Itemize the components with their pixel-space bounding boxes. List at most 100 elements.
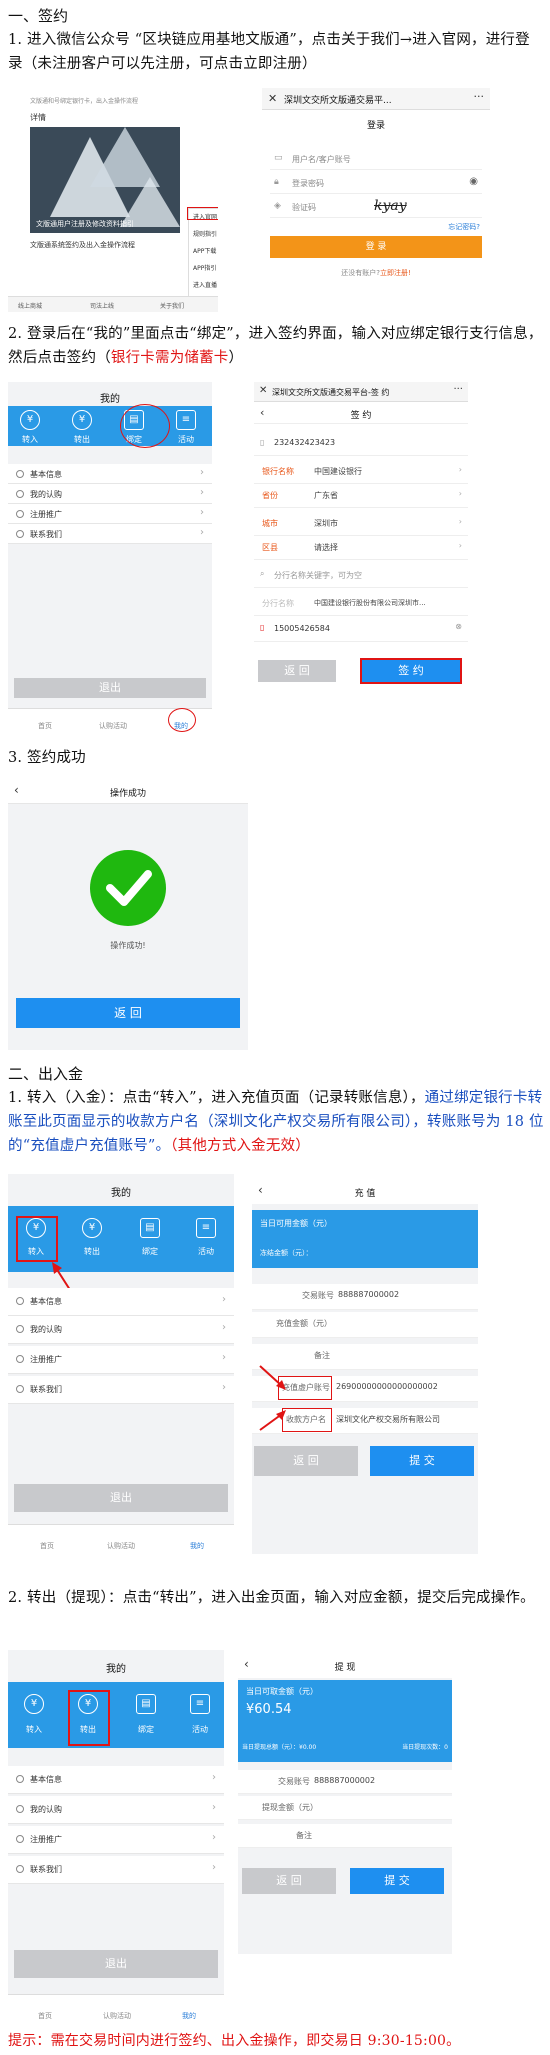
clear-icon[interactable]: ⊗ <box>455 622 462 631</box>
tab-activity[interactable]: 认购活动 <box>92 2011 142 2021</box>
field-city[interactable]: 城市 深圳市 › <box>254 512 468 536</box>
username-field[interactable]: 用户名/客户账号 ▭ <box>270 148 482 170</box>
row-referral[interactable]: 注册推广 › <box>8 1346 234 1374</box>
wx-detail[interactable]: 详情 <box>30 112 46 123</box>
field-value: 广东省 <box>314 491 338 500</box>
tab-mine[interactable]: 我的 <box>172 1541 222 1551</box>
activity-icon[interactable]: ≡ <box>196 1218 216 1238</box>
row-my-subscription[interactable]: 我的认购 › <box>8 1796 224 1824</box>
mine-screenshot-out: 我的 ¥ 转入 ¥ 转出 ▤ 绑定 ≡ 活动 基本信息 › 我的认购 › 注册推广 › 联系我… <box>8 1650 224 2024</box>
close-icon[interactable]: ✕ <box>259 385 267 396</box>
login-window-title: 深圳文交所文版通交易平... <box>284 96 392 106</box>
sign-header: ‹ 签 约 <box>254 404 468 424</box>
captcha-field[interactable]: 验证码 ◈ kyay <box>270 196 482 218</box>
search-icon: ⌕ <box>260 569 265 578</box>
icon-label-activity: 活动 <box>192 1725 208 1734</box>
row-referral[interactable]: 注册推广 › <box>8 504 212 524</box>
tab-home[interactable]: 首页 <box>20 2011 70 2021</box>
success-back-button[interactable]: 返 回 <box>16 998 240 1028</box>
s2-step1-a: 1. 转入（入金）：点击“转入”，进入充值页面（记录转账信息）， <box>8 1090 425 1106</box>
forgot-password-link[interactable]: 忘记密码? <box>448 222 480 232</box>
transfer-in-icon[interactable]: ¥ <box>24 1694 44 1714</box>
wx-tab-about[interactable]: 关于我们 <box>160 301 184 310</box>
step2-red: 银行卡需为储蓄卡 <box>110 350 229 366</box>
activity-icon[interactable]: ≡ <box>176 410 196 430</box>
frozen-label: 冻结金额（元）： <box>260 1249 313 1257</box>
charge-back-button[interactable]: 返 回 <box>254 1446 358 1476</box>
step2-text-b: ） <box>228 350 244 366</box>
eye-icon[interactable]: ◉ <box>469 176 478 187</box>
wx-sub[interactable]: 文版通系统签约及出入金操作流程 <box>30 240 135 250</box>
charge-submit-button[interactable]: 提 交 <box>370 1446 474 1476</box>
menu-live[interactable]: 进入直播 <box>193 280 217 289</box>
login-button[interactable]: 登 录 <box>270 236 482 258</box>
sign-screenshot: ✕ 深圳文交所文版通交易平台-签 约 ··· ‹ 签 约 232432423423… <box>254 382 468 734</box>
withdraw-note-input[interactable]: 备注 <box>238 1824 452 1848</box>
row-basic-info[interactable]: 基本信息 › <box>8 464 212 484</box>
mine-title: 我的 <box>100 394 120 405</box>
row-label: 注册推广 <box>30 1355 62 1364</box>
bind-card-icon[interactable]: ▤ <box>136 1694 156 1714</box>
withdraw-screenshot: ‹ 提 现 当日可取金额（元） ¥60.54 当日提现总额（元）：¥0.00 当日… <box>238 1654 452 1954</box>
row-my-subscription[interactable]: 我的认购 › <box>8 1316 234 1344</box>
wx-tab-shop[interactable]: 线上商城 <box>18 301 42 310</box>
bind-card-icon[interactable]: ▤ <box>140 1218 160 1238</box>
tab-mine[interactable]: 我的 <box>164 2011 214 2021</box>
tab-home[interactable]: 首页 <box>20 721 70 731</box>
row-basic-info[interactable]: 基本信息 › <box>8 1766 224 1794</box>
field-branch[interactable]: 分行名称 中国建设银行股份有限公司深圳市... <box>254 592 468 616</box>
logout-button[interactable]: 退出 <box>14 1950 218 1978</box>
account-label: 交易账号 <box>302 1291 334 1300</box>
field-bank[interactable]: 银行名称 中国建设银行 › <box>254 460 468 484</box>
menu-app-guide[interactable]: APP指引 <box>193 263 216 272</box>
row-label: 我的认购 <box>30 1805 62 1814</box>
tab-activity[interactable]: 认购活动 <box>88 721 138 731</box>
amount-label: 提现金额（元） <box>262 1803 318 1812</box>
logout-button[interactable]: 退出 <box>14 1484 228 1512</box>
row-label: 联系我们 <box>30 530 62 539</box>
field-label: 分行名称 <box>262 599 294 608</box>
close-icon[interactable]: ✕ <box>268 92 277 105</box>
chevron-right-icon: › <box>458 465 462 474</box>
charge-amount-input[interactable]: 充值金额（元） <box>252 1312 478 1338</box>
withdraw-header: ‹ 提 现 <box>238 1654 452 1678</box>
withdraw-back-button[interactable]: 返 回 <box>242 1868 336 1894</box>
transfer-out-icon[interactable]: ¥ <box>72 410 92 430</box>
tab-home[interactable]: 首页 <box>22 1541 72 1551</box>
highlight-mine-tab <box>168 708 196 732</box>
field-district[interactable]: 区县 请选择 › <box>254 536 468 560</box>
register-prompt: 还没有账户? <box>341 269 380 277</box>
more-icon[interactable]: ··· <box>453 384 463 395</box>
phone-icon: ▯ <box>260 623 265 632</box>
transfer-out-icon[interactable]: ¥ <box>82 1218 102 1238</box>
withdraw-submit-button[interactable]: 提 交 <box>350 1868 444 1894</box>
more-icon[interactable]: ··· <box>474 90 485 103</box>
row-my-subscription[interactable]: 我的认购 › <box>8 484 212 504</box>
captcha-image[interactable]: kyay <box>374 198 407 214</box>
transfer-in-icon[interactable]: ¥ <box>20 410 40 430</box>
password-field[interactable]: 登录密码 🔒︎ ◉ <box>270 172 482 194</box>
field-province[interactable]: 省份 广东省 › <box>254 484 468 508</box>
withdraw-account-row: 交易账号 888887000002 <box>238 1770 452 1794</box>
activity-icon[interactable]: ≡ <box>190 1694 210 1714</box>
phone-field[interactable]: ▯ 15005426584 ⊗ <box>254 618 468 642</box>
row-referral[interactable]: 注册推广 › <box>8 1826 224 1854</box>
logout-button[interactable]: 退出 <box>14 678 206 698</box>
row-basic-info[interactable]: 基本信息 › <box>8 1288 234 1316</box>
row-contact[interactable]: 联系我们 › <box>8 1856 224 1884</box>
menu-rules[interactable]: 规则指引 <box>193 229 217 238</box>
wx-tab-legal[interactable]: 司法上线 <box>90 301 114 310</box>
withdraw-balance-panel: 当日可取金额（元） ¥60.54 当日提现总额（元）：¥0.00 当日提现次数：… <box>238 1680 452 1762</box>
register-link[interactable]: 立即注册! <box>380 269 411 277</box>
charge-screenshot: ‹ 充 值 当日可用金额（元） 冻结金额（元）： 交易账号 888887000002… <box>252 1180 478 1554</box>
row-contact[interactable]: 联系我们 › <box>8 524 212 544</box>
menu-app-download[interactable]: APP下载 <box>193 246 216 255</box>
wx-line: 文版通和号绑定银行卡，出入金操作流程 <box>30 98 139 105</box>
row-contact[interactable]: 联系我们 › <box>8 1376 234 1404</box>
success-message: 操作成功! <box>110 941 146 950</box>
branch-search-input[interactable]: ⌕ 分行名称关键字，可为空 <box>254 564 468 588</box>
tab-activity[interactable]: 认购活动 <box>96 1541 146 1551</box>
chevron-right-icon: › <box>458 541 462 550</box>
withdraw-amount-input[interactable]: 提现金额（元） <box>238 1796 452 1820</box>
sign-back-button[interactable]: 返 回 <box>258 660 336 682</box>
